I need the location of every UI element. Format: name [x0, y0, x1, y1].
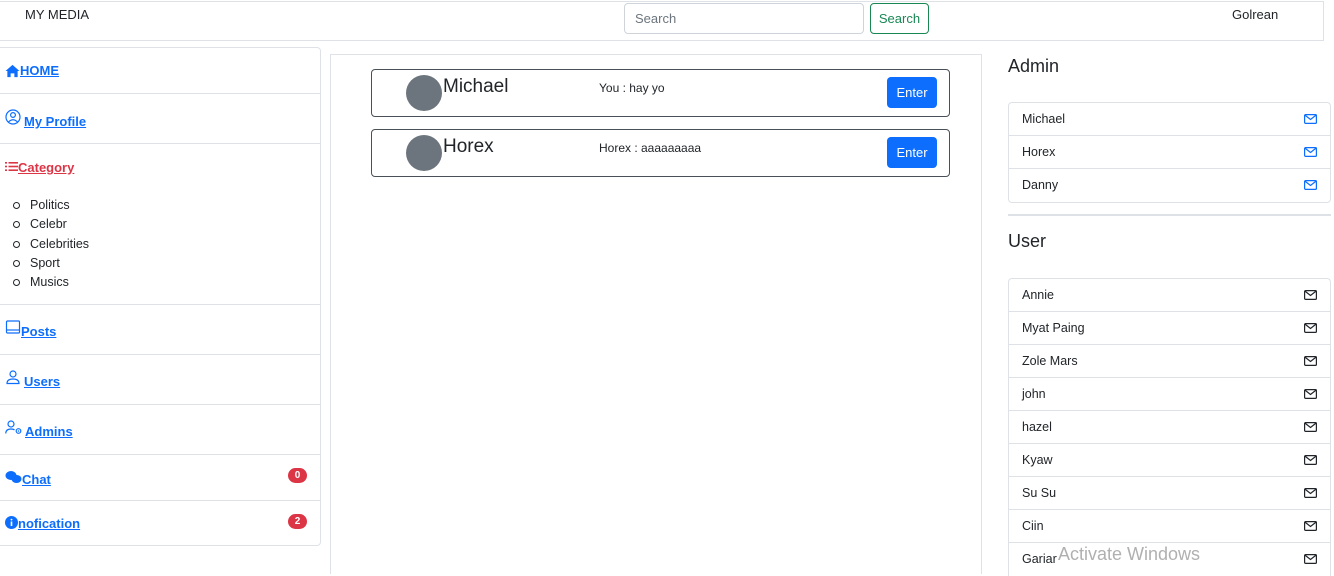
- envelope-icon[interactable]: [1304, 147, 1317, 157]
- user-list-item[interactable]: john: [1009, 378, 1330, 411]
- sidebar-label-profile: My Profile: [24, 114, 87, 129]
- sidebar-label-category: Category: [18, 160, 75, 175]
- admin-name: Michael: [1022, 112, 1066, 126]
- person-gear-icon: [5, 420, 22, 434]
- user-list-item[interactable]: Ciin: [1009, 510, 1330, 543]
- admin-list: Michael Horex Danny: [1008, 102, 1331, 203]
- user-list-item[interactable]: Annie: [1009, 279, 1330, 312]
- chat-count-badge: 0: [288, 468, 307, 483]
- envelope-icon[interactable]: [1304, 180, 1317, 190]
- sidebar-label-posts: Posts: [21, 324, 57, 339]
- info-circle-icon: [5, 516, 18, 529]
- user-list-item[interactable]: Myat Paing: [1009, 312, 1330, 345]
- chat-list-panel: Michael You : hay yo Enter Horex Horex :…: [330, 54, 982, 574]
- sidebar-link-users[interactable]: Users: [5, 370, 60, 389]
- sidebar: HOME My Profile Category Politics Celebr…: [0, 47, 321, 546]
- sidebar-item-admins: Admins: [0, 405, 320, 455]
- envelope-icon[interactable]: [1304, 455, 1317, 465]
- envelope-icon[interactable]: [1304, 356, 1317, 366]
- sidebar-link-notification[interactable]: nofication: [5, 516, 80, 531]
- person-circle-icon: [5, 109, 21, 125]
- book-icon: [5, 320, 21, 334]
- search-button[interactable]: Search: [870, 3, 929, 34]
- list-icon: [5, 162, 18, 171]
- admin-name: Danny: [1022, 178, 1059, 192]
- avatar: [406, 75, 442, 111]
- enter-chat-button[interactable]: Enter: [887, 137, 937, 168]
- activate-windows-watermark: Activate Windows: [1058, 544, 1201, 564]
- category-item[interactable]: Politics: [13, 196, 89, 215]
- sidebar-label-users: Users: [24, 374, 61, 389]
- divider: [1008, 214, 1331, 216]
- user-panel-title: User: [1008, 231, 1047, 251]
- user-list-item[interactable]: Su Su: [1009, 477, 1330, 510]
- envelope-icon[interactable]: [1304, 389, 1317, 399]
- chat-card[interactable]: Michael You : hay yo Enter: [371, 69, 950, 117]
- chat-contact-name: Michael: [443, 76, 509, 97]
- sidebar-link-home[interactable]: HOME: [5, 63, 59, 78]
- admin-name: Horex: [1022, 145, 1056, 159]
- chat-card[interactable]: Horex Horex : aaaaaaaaa Enter: [371, 129, 950, 177]
- sidebar-item-home: HOME: [0, 48, 320, 94]
- notification-count-badge: 2: [288, 514, 307, 529]
- user-name: Ciin: [1022, 519, 1044, 533]
- user-name: Kyaw: [1022, 453, 1053, 467]
- house-icon: [5, 64, 20, 78]
- user-name: Su Su: [1022, 486, 1057, 500]
- user-name: hazel: [1022, 420, 1052, 434]
- sidebar-item-profile: My Profile: [0, 94, 320, 144]
- user-list: Annie Myat Paing Zole Mars john hazel Ky…: [1008, 278, 1331, 576]
- admin-list-item[interactable]: Michael: [1009, 103, 1330, 136]
- user-name: john: [1022, 387, 1046, 401]
- sidebar-item-notification: nofication 2: [0, 501, 320, 546]
- sidebar-item-users: Users: [0, 355, 320, 405]
- envelope-icon[interactable]: [1304, 422, 1317, 432]
- brand-title[interactable]: MY MEDIA: [25, 7, 89, 22]
- sidebar-link-admins[interactable]: Admins: [5, 420, 73, 439]
- sidebar-item-posts: Posts: [0, 305, 320, 355]
- sidebar-label-chat: Chat: [22, 472, 51, 487]
- sidebar-label-admins: Admins: [25, 424, 73, 439]
- enter-chat-button[interactable]: Enter: [887, 77, 937, 108]
- sidebar-item-chat: Chat 0: [0, 455, 320, 501]
- sidebar-link-category[interactable]: Category: [5, 160, 74, 175]
- category-item[interactable]: Sport: [13, 254, 89, 273]
- category-item[interactable]: Celebr: [13, 215, 89, 234]
- sidebar-label-home: HOME: [20, 63, 59, 78]
- admin-list-item[interactable]: Horex: [1009, 136, 1330, 169]
- chat-bubbles-icon: [5, 471, 22, 483]
- user-list-item[interactable]: hazel: [1009, 411, 1330, 444]
- chat-contact-name: Horex: [443, 136, 494, 157]
- user-list-item[interactable]: Zole Mars: [1009, 345, 1330, 378]
- envelope-icon[interactable]: [1304, 290, 1317, 300]
- envelope-icon[interactable]: [1304, 323, 1317, 333]
- chat-last-message: Horex : aaaaaaaaa: [599, 141, 702, 155]
- envelope-icon[interactable]: [1304, 521, 1317, 531]
- current-username[interactable]: Golrean: [1232, 7, 1278, 22]
- envelope-icon[interactable]: [1304, 488, 1317, 498]
- user-list-item[interactable]: Kyaw: [1009, 444, 1330, 477]
- sidebar-link-profile[interactable]: My Profile: [5, 109, 86, 129]
- chat-last-message: You : hay yo: [599, 81, 665, 95]
- sidebar-label-notification: nofication: [18, 516, 81, 531]
- envelope-icon[interactable]: [1304, 554, 1317, 564]
- admin-list-item[interactable]: Danny: [1009, 169, 1330, 202]
- admin-panel-title: Admin: [1008, 56, 1060, 76]
- user-name: Myat Paing: [1022, 321, 1085, 335]
- search-input[interactable]: [624, 3, 864, 34]
- top-navbar: MY MEDIA Search Golrean: [0, 1, 1324, 41]
- category-item[interactable]: Musics: [13, 273, 89, 292]
- user-name: Zole Mars: [1022, 354, 1078, 368]
- sidebar-link-chat[interactable]: Chat: [5, 470, 51, 487]
- category-item[interactable]: Celebrities: [13, 235, 89, 254]
- sidebar-link-posts[interactable]: Posts: [5, 320, 56, 339]
- envelope-icon[interactable]: [1304, 114, 1317, 124]
- category-list: Politics Celebr Celebrities Sport Musics: [13, 196, 89, 292]
- person-icon: [6, 370, 20, 385]
- user-name: Annie: [1022, 288, 1054, 302]
- avatar: [406, 135, 442, 171]
